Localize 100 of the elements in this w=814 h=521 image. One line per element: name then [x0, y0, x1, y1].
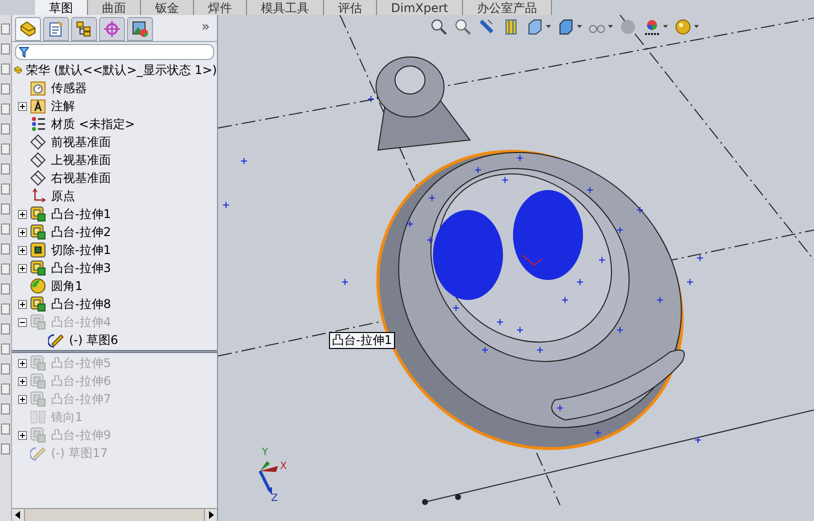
appearance-icon[interactable] [643, 18, 661, 36]
panel-tab[interactable] [43, 17, 69, 41]
command-tab[interactable]: 办公室产品 [463, 0, 552, 15]
extrude-feature-icon [30, 206, 46, 222]
tool-icon[interactable] [1, 343, 10, 355]
shading-sphere-icon[interactable] [619, 18, 637, 36]
horizontal-scrollbar[interactable] [12, 508, 217, 521]
tool-icon[interactable] [1, 243, 10, 255]
command-tab[interactable]: 曲面 [88, 0, 141, 15]
extrude-feature-icon [30, 296, 46, 312]
expand-toggle[interactable] [18, 228, 27, 236]
expand-toggle[interactable] [18, 264, 27, 272]
letter-a-folder-icon [30, 98, 46, 114]
tool-icon[interactable] [1, 443, 10, 455]
plane-icon [30, 170, 46, 186]
tree-root-label[interactable]: 荣华 (默认<<默认>_显示状态 1>) [26, 61, 217, 79]
tool-icon[interactable] [1, 63, 10, 75]
expand-toggle[interactable] [18, 376, 27, 386]
extrude-feature-icon [30, 260, 46, 276]
tree-item-label[interactable]: 凸台-拉伸2 [51, 223, 111, 241]
origin-axes-icon [30, 188, 46, 204]
landscape-icon [131, 20, 149, 38]
view-orientation-icon[interactable] [526, 18, 544, 36]
extrude-feature-icon [30, 373, 46, 389]
tool-icon[interactable] [1, 183, 10, 195]
command-tab[interactable]: 草图 [35, 0, 88, 15]
feature-tooltip: 凸台-拉伸1 [329, 332, 395, 349]
hierarchy-icon [75, 20, 93, 38]
caret-icon[interactable] [608, 25, 613, 29]
caret-icon[interactable] [546, 25, 551, 29]
zoom-area-icon[interactable] [454, 18, 472, 36]
gauge-folder-icon [30, 80, 46, 96]
tool-icon[interactable] [1, 323, 10, 335]
caret-icon[interactable] [577, 25, 582, 29]
part-tree-icon [19, 20, 37, 38]
tree-item-label[interactable]: 凸台-拉伸3 [51, 259, 111, 277]
tree-item-label[interactable]: 凸台-拉伸1 [51, 205, 111, 223]
command-tab[interactable]: 评估 [324, 0, 377, 15]
tree-item-label[interactable]: (-) 草图6 [69, 331, 118, 349]
filter-field[interactable] [15, 44, 214, 60]
sketch-pencil-icon [30, 445, 46, 461]
tree-item-label[interactable]: 传感器 [51, 79, 87, 97]
plane-icon [30, 134, 46, 150]
tool-icon[interactable] [1, 303, 10, 315]
tool-icon[interactable] [1, 383, 10, 395]
filter-icon [19, 46, 29, 58]
expand-toggle[interactable] [18, 300, 27, 308]
tool-icon[interactable] [1, 283, 10, 295]
panel-tab[interactable] [15, 17, 41, 41]
x-axis-label: X [280, 460, 287, 474]
tree-item-label[interactable]: 原点 [51, 187, 75, 205]
expand-toggle[interactable] [18, 246, 27, 254]
command-tab[interactable]: 模具工具 [247, 0, 324, 15]
expand-toggle[interactable] [18, 430, 27, 440]
command-tab[interactable]: DimXpert [377, 0, 464, 15]
tool-icon[interactable] [1, 403, 10, 415]
tree-item-label[interactable]: 圆角1 [51, 277, 83, 295]
command-tab[interactable]: 钣金 [141, 0, 194, 15]
fillet-icon [30, 278, 46, 294]
extrude-feature-icon [30, 355, 46, 371]
tool-icon[interactable] [1, 203, 10, 215]
more-tabs-button[interactable]: » [201, 17, 214, 41]
expand-toggle[interactable] [18, 210, 27, 218]
display-style-icon[interactable] [557, 18, 575, 36]
command-tab[interactable]: 焊件 [194, 0, 247, 15]
tree-item-label[interactable]: 材质 <未指定> [51, 115, 135, 133]
tool-icon[interactable] [1, 123, 10, 135]
tree-item-label[interactable]: 凸台-拉伸8 [51, 295, 111, 313]
panel-tab[interactable] [71, 17, 97, 41]
tool-icon[interactable] [1, 423, 10, 435]
tool-icon[interactable] [1, 103, 10, 115]
document-icon [47, 20, 65, 38]
tool-icon[interactable] [1, 43, 10, 55]
tool-icon[interactable] [1, 83, 10, 95]
tree-item-label[interactable]: 上视基准面 [51, 151, 111, 169]
tree-item-label[interactable]: 右视基准面 [51, 169, 111, 187]
expand-toggle[interactable] [18, 102, 27, 110]
tool-icon[interactable] [1, 263, 10, 275]
sketch-pencil-icon [48, 332, 64, 348]
tool-icon[interactable] [1, 163, 10, 175]
zoom-fit-icon[interactable] [430, 18, 448, 36]
collapse-toggle[interactable] [18, 318, 27, 326]
tree-item-label[interactable]: 切除-拉伸1 [51, 241, 111, 259]
tool-icon[interactable] [1, 223, 10, 235]
mirror-feature-icon [30, 409, 46, 425]
caret-icon[interactable] [663, 25, 668, 29]
panel-tab[interactable] [127, 17, 153, 41]
tree-item-label[interactable]: 注解 [51, 97, 75, 115]
material-icon [30, 116, 46, 132]
tool-icon[interactable] [1, 363, 10, 375]
cut-feature-icon [30, 242, 46, 258]
tool-icon[interactable] [1, 143, 10, 155]
plane-icon [30, 152, 46, 168]
tool-icon[interactable] [1, 23, 10, 35]
caret-icon[interactable] [694, 25, 699, 29]
extrude-feature-icon [30, 224, 46, 240]
expand-toggle[interactable] [18, 394, 27, 404]
scene-sphere-icon[interactable] [674, 18, 692, 36]
tree-item-label[interactable]: 前视基准面 [51, 133, 111, 151]
expand-toggle[interactable] [18, 358, 27, 368]
